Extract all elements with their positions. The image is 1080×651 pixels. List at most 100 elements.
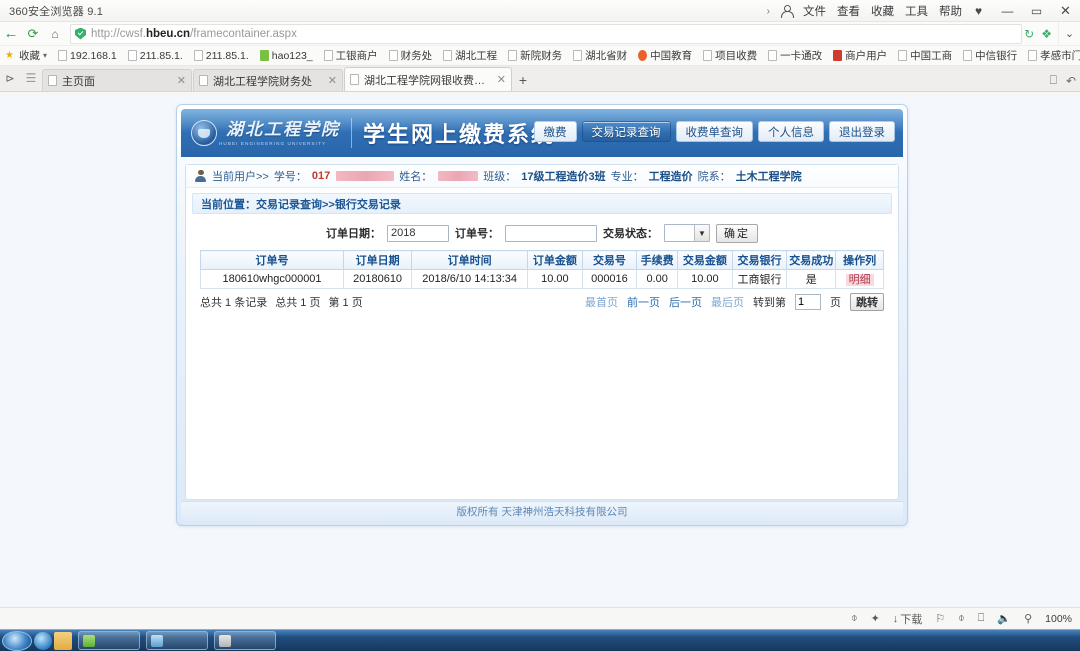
transaction-status-select[interactable]: ▼ [664, 224, 710, 242]
bookmark-item[interactable]: hao123_ [259, 49, 313, 62]
sound-icon[interactable]: 🔈 [997, 612, 1011, 625]
bookmark-item[interactable]: 工银商户 [323, 48, 378, 63]
bookmark-item[interactable]: 211.85.1. [193, 50, 249, 62]
taskbar-item[interactable] [214, 631, 276, 650]
menu-file[interactable]: 文件 [803, 3, 826, 19]
logo-english-name: HUBEI ENGINEERING UNIVERSITY [219, 140, 327, 146]
plugin-icon[interactable]: ⌽ [851, 612, 858, 625]
taskbar-item[interactable] [146, 631, 208, 650]
tab-label: 主页面 [62, 75, 95, 88]
page-icon [350, 74, 359, 85]
department-label: 院系： [697, 171, 731, 183]
bookmark-item[interactable]: 192.168.1 [58, 50, 117, 62]
bookmark-label: 项目收费 [715, 50, 758, 62]
page-icon [703, 50, 713, 61]
order-no-input[interactable] [505, 224, 597, 242]
back-icon[interactable]: ← [0, 23, 22, 45]
shield-icon[interactable]: ⌽ [958, 612, 965, 625]
bookmark-item[interactable]: 湖北省财 [573, 48, 627, 63]
bookmark-label: hao123_ [271, 49, 313, 62]
nav-transaction-query[interactable]: 交易记录查询 [581, 121, 671, 142]
submit-button[interactable]: 确定 [716, 223, 758, 243]
app-title: 360安全浏览器 9.1 [9, 5, 104, 18]
download-icon[interactable]: ↓ 下载 [893, 611, 923, 627]
taskbar-item[interactable] [78, 631, 140, 650]
next-page-link[interactable]: 后一页 [669, 294, 702, 310]
tab-payment-system[interactable]: 湖北工程学院网银收费系统 ✕ [344, 67, 512, 91]
sidebar-toggle-icon[interactable]: ⊳ [0, 65, 20, 91]
page-refresh-icon[interactable]: ↻ [1024, 27, 1034, 41]
menu-tools[interactable]: 工具 [905, 3, 928, 19]
tab-strip: ⊳ ☰ 主页面 ✕ 湖北工程学院财务处 ✕ 湖北工程学院网银收费系统 ✕ + ⎕… [0, 66, 1080, 92]
nav-personal-info[interactable]: 个人信息 [758, 121, 824, 142]
order-date-input[interactable] [387, 224, 449, 242]
bookmark-item[interactable]: 中国教育 [638, 48, 692, 63]
safety-shield-icon[interactable]: ❖ [1041, 27, 1052, 41]
bookmark-item[interactable]: 商户用户 [833, 48, 887, 63]
menu-favorites[interactable]: 收藏 [871, 3, 894, 19]
tab-close-icon[interactable]: ✕ [497, 73, 506, 86]
skin-button[interactable]: ♥ [964, 0, 993, 22]
search-icon[interactable]: ⚲ [1024, 612, 1032, 625]
bookmark-item[interactable]: 中信银行 [963, 48, 1017, 63]
bookmark-item[interactable]: 孝感市门 [1028, 48, 1080, 63]
explorer-quicklaunch-icon[interactable] [54, 631, 72, 650]
current-user-bar: 当前用户>> 学号： 017 姓名： 班级： 17级工程造价3班 专业： 工程造… [186, 165, 898, 188]
bookmark-item[interactable]: 湖北工程 [443, 48, 497, 63]
home-icon[interactable]: ⌂ [44, 23, 66, 45]
page-unit-label: 页 [830, 297, 841, 309]
bookmark-item[interactable]: 211.85.1. [127, 50, 183, 62]
transactions-table-wrap: 订单号 订单日期 订单时间 订单金额 交易号 手续费 交易金额 交易银行 交易成… [199, 250, 884, 289]
filter-bar: 订单日期： 订单号： 交易状态： ▼ 确定 [186, 222, 898, 244]
cell-order-date: 20180610 [343, 269, 413, 289]
bookmark-item[interactable]: 新院财务 [508, 48, 562, 63]
address-bar[interactable]: http://cwsf.hbeu.cn/framecontainer.aspx [70, 23, 1023, 44]
menu-help[interactable]: 帮助 [939, 3, 962, 19]
tab-home[interactable]: 主页面 ✕ [42, 69, 192, 91]
prev-page-link[interactable]: 前一页 [627, 294, 660, 310]
pin-icon[interactable]: ✦ [871, 612, 880, 625]
address-dropdown-icon[interactable]: ⌄ [1058, 21, 1080, 46]
bookmark-item[interactable]: 一卡通改 [768, 48, 822, 63]
nav-payment[interactable]: 缴费 [533, 121, 577, 142]
menu-chevron-icon[interactable]: › [767, 6, 770, 17]
tab-close-icon[interactable]: ✕ [328, 74, 337, 87]
page-icon [1028, 50, 1038, 61]
maximize-button[interactable]: ▭ [1022, 0, 1051, 22]
nav-bill-query[interactable]: 收费单查询 [675, 121, 753, 142]
close-button[interactable]: ✕ [1051, 0, 1080, 22]
new-tab-button[interactable]: + [513, 69, 533, 91]
window-restore-icon[interactable]: ⎕ [1050, 73, 1057, 88]
tab-list-icon[interactable]: ☰ [20, 65, 42, 91]
ie-quicklaunch-icon[interactable] [34, 631, 52, 650]
last-page-link[interactable]: 最后页 [711, 294, 744, 310]
bookmark-item[interactable]: 中国工商 [898, 48, 952, 63]
menu-view[interactable]: 查看 [837, 3, 860, 19]
jump-button[interactable]: 跳转 [850, 293, 884, 311]
cell-transaction-no: 000016 [581, 269, 638, 289]
cell-order-no: 180610whgc000001 [199, 269, 345, 289]
logo-chinese-name: 湖北工程学院 [226, 119, 340, 139]
goto-page-input[interactable] [795, 294, 821, 310]
start-button-icon[interactable] [2, 630, 32, 651]
tabstrip-actions: ⎕ ↶ [1050, 73, 1076, 88]
bookmark-label: 工银商户 [335, 50, 378, 62]
flag-icon[interactable]: ⚐ [935, 612, 945, 625]
browser-statusbar: ⌽ ✦ ↓ 下载 ⚐ ⌽ ⎕ 🔈 ⚲ 100% [0, 607, 1080, 629]
undo-close-tab-icon[interactable]: ↶ [1066, 74, 1076, 88]
transactions-table: 订单号 订单日期 订单时间 订单金额 交易号 手续费 交易金额 交易银行 交易成… [199, 250, 884, 289]
user-account-icon[interactable] [781, 5, 794, 18]
bookmark-item[interactable]: 财务处 [388, 48, 432, 63]
tab-close-icon[interactable]: ✕ [177, 74, 186, 87]
zoom-level[interactable]: 100% [1045, 613, 1072, 625]
bookmark-item[interactable]: 项目收费 [703, 48, 757, 63]
bookmark-favorites-root[interactable]: ★ 收藏 ▾ [5, 48, 47, 63]
star-icon: ★ [5, 50, 14, 61]
reload-icon[interactable]: ⟳ [22, 23, 44, 45]
tab-finance-office[interactable]: 湖北工程学院财务处 ✕ [193, 69, 343, 91]
minimize-button[interactable]: — [993, 0, 1022, 22]
first-page-link[interactable]: 最首页 [585, 294, 618, 310]
window-icon[interactable]: ⎕ [978, 612, 985, 625]
nav-logout[interactable]: 退出登录 [829, 121, 895, 142]
detail-link[interactable]: 明细 [845, 274, 874, 286]
